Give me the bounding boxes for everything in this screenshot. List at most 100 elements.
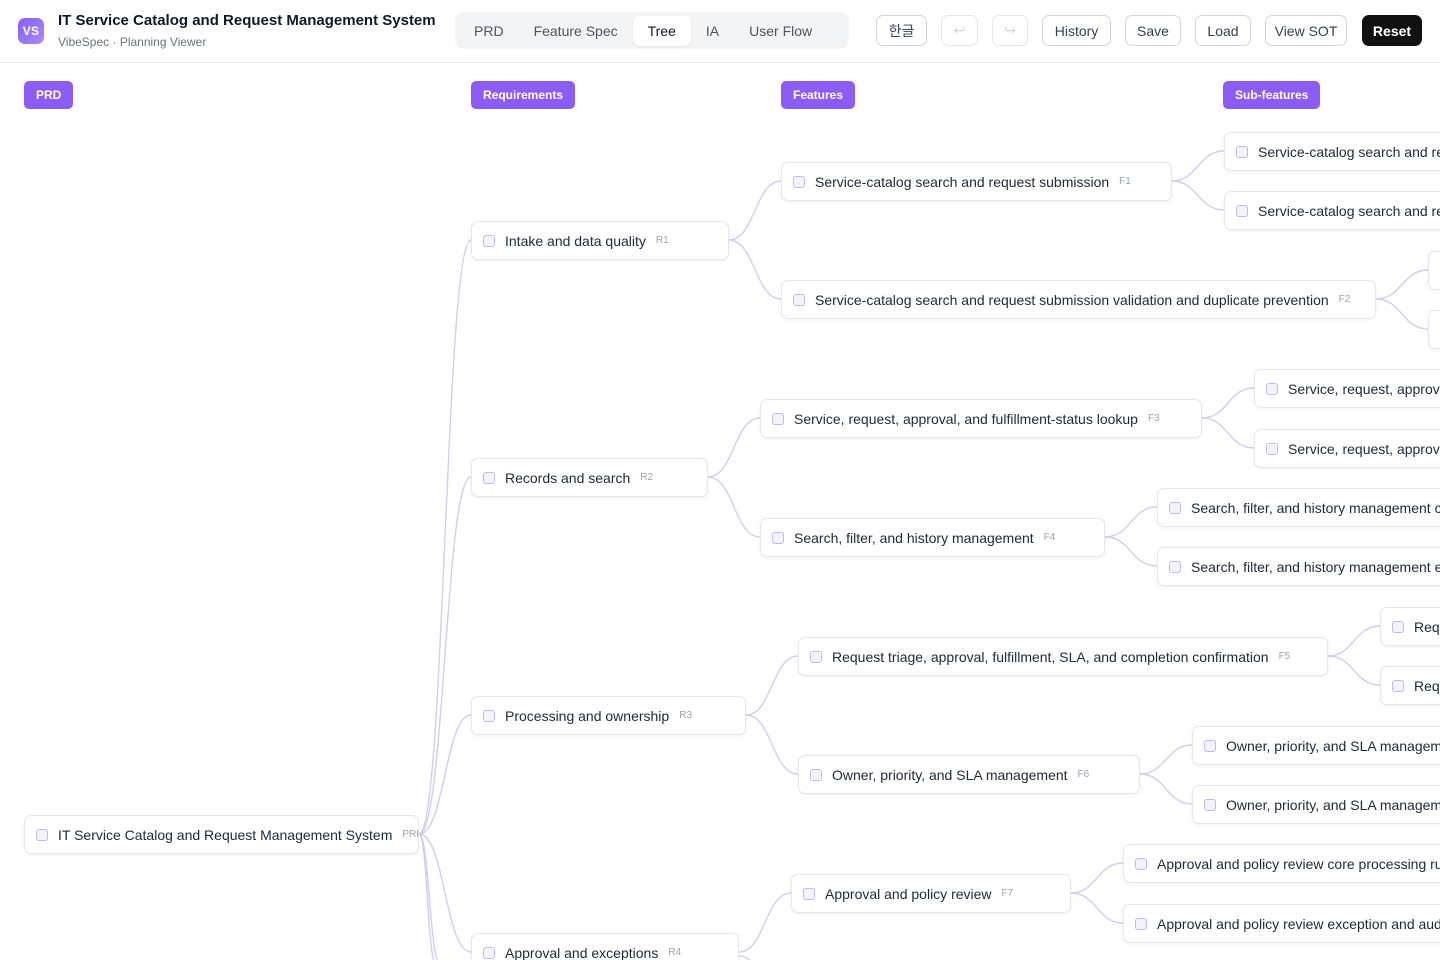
tree-node-feature[interactable]: Service-catalog search and request submi… [781, 280, 1376, 319]
node-checkbox[interactable] [483, 471, 495, 484]
tree-node-subfeature[interactable]: Service, request, approval, [1254, 429, 1440, 468]
node-label: Service-catalog search and request submi… [815, 291, 1329, 308]
history-button[interactable]: History [1042, 15, 1111, 46]
tree-edge [1375, 269, 1429, 300]
node-checkbox[interactable] [1169, 501, 1181, 514]
node-checkbox[interactable] [772, 531, 784, 544]
node-checkbox[interactable] [1236, 204, 1248, 217]
save-button[interactable]: Save [1125, 15, 1181, 46]
node-checkbox[interactable] [1169, 560, 1181, 573]
tree-node-feature[interactable]: Approval and policy review F7 [791, 874, 1071, 913]
node-label: Records and search [505, 469, 631, 486]
node-checkbox[interactable] [1204, 798, 1216, 811]
view-sot-button[interactable]: View SOT [1265, 15, 1347, 46]
tree-node-subfeature[interactable]: Approval and policy review core processi… [1123, 844, 1440, 883]
column-label-subfeatures: Sub-features [1223, 81, 1321, 109]
node-checkbox[interactable] [810, 768, 822, 781]
tree-node-feature[interactable]: Owner, priority, and SLA management F6 [798, 755, 1140, 794]
node-checkbox[interactable] [1236, 145, 1248, 158]
tree-node-feature[interactable]: Service-catalog search and request submi… [781, 162, 1172, 201]
tab-ia[interactable]: IA [691, 16, 734, 46]
tree-canvas[interactable]: PRD Requirements Features Sub-features I… [0, 64, 1440, 960]
tree-edge [738, 955, 751, 960]
node-label: Service, request, approval, [1288, 380, 1440, 397]
node-label: Request triage, approval, fulfillment, S… [832, 648, 1269, 665]
node-label: Service, request, approval, and fulfillm… [794, 410, 1138, 427]
tree-edge [728, 180, 782, 241]
node-checkbox[interactable] [793, 293, 805, 306]
tree-node-subfeature[interactable] [1428, 251, 1440, 290]
tree-edge [738, 892, 792, 953]
tree-edge [1104, 536, 1158, 567]
tree-node-subfeature[interactable]: Service-catalog search and requ [1224, 191, 1440, 230]
node-checkbox[interactable] [483, 946, 495, 959]
tree-node-subfeature[interactable]: Owner, priority, and SLA management [1192, 726, 1440, 765]
load-button[interactable]: Load [1195, 15, 1251, 46]
node-label: Service-catalog search and requ [1258, 143, 1440, 160]
tab-prd[interactable]: PRD [459, 16, 519, 46]
node-label: Owner, priority, and SLA management [1226, 737, 1440, 754]
tree-edge [745, 714, 799, 775]
node-checkbox[interactable] [1392, 679, 1404, 692]
node-label: Service-catalog search and request submi… [815, 173, 1110, 190]
tab-user-flow[interactable]: User Flow [734, 16, 827, 46]
tree-node-subfeature[interactable]: Service, request, approval, [1254, 369, 1440, 408]
tree-edge [1171, 180, 1225, 211]
node-checkbox[interactable] [1392, 620, 1404, 633]
language-toggle-button[interactable]: 한글 [876, 15, 927, 46]
undo-icon: ↩ [953, 22, 966, 38]
node-checkbox[interactable] [483, 709, 495, 722]
redo-button[interactable]: ↪ [992, 15, 1028, 46]
tree-node-root[interactable]: IT Service Catalog and Request Managemen… [24, 815, 419, 854]
tab-feature-spec[interactable]: Feature Spec [519, 16, 633, 46]
undo-button[interactable]: ↩ [941, 15, 978, 46]
tree-node-subfeature[interactable]: Owner, priority, and SLA management [1192, 785, 1440, 824]
node-code: F6 [1077, 769, 1090, 780]
reset-button[interactable]: Reset [1362, 15, 1422, 46]
tree-node-requirement[interactable]: Processing and ownership R3 [471, 696, 746, 735]
node-checkbox[interactable] [1135, 857, 1147, 870]
node-checkbox[interactable] [1266, 382, 1278, 395]
tree-node-feature[interactable]: Search, filter, and history management F… [760, 518, 1105, 557]
tab-tree[interactable]: Tree [632, 15, 691, 46]
tree-edge [1070, 892, 1124, 924]
tree-edge [1139, 744, 1193, 775]
tree-node-feature[interactable]: Request triage, approval, fulfillment, S… [798, 637, 1328, 676]
node-checkbox[interactable] [483, 234, 495, 247]
node-checkbox[interactable] [1135, 917, 1147, 930]
node-label: Search, filter, and history management [794, 529, 1034, 546]
node-code: F3 [1147, 413, 1160, 424]
tree-node-subfeature[interactable]: Search, filter, and history management c… [1157, 488, 1440, 527]
view-tabs: PRD Feature Spec Tree IA User Flow [455, 12, 849, 49]
node-checkbox[interactable] [793, 175, 805, 188]
node-checkbox[interactable] [810, 650, 822, 663]
tree-node-feature[interactable]: Service, request, approval, and fulfillm… [760, 399, 1202, 438]
node-checkbox[interactable] [1204, 739, 1216, 752]
node-code: F1 [1119, 176, 1131, 187]
node-checkbox[interactable] [1266, 442, 1278, 455]
node-checkbox[interactable] [772, 412, 784, 425]
tree-node-requirement[interactable]: Records and search R2 [471, 458, 708, 497]
tree-node-subfeature[interactable]: Requ [1380, 666, 1440, 705]
node-code: PRD [402, 829, 418, 840]
tree-node-subfeature[interactable] [1428, 310, 1440, 349]
tree-edge [1201, 387, 1255, 419]
tree-node-subfeature[interactable]: Requ [1380, 607, 1440, 646]
node-code: R1 [655, 235, 669, 246]
top-bar: VS IT Service Catalog and Request Manage… [0, 0, 1440, 63]
node-label: Requ [1414, 677, 1440, 694]
column-label-features: Features [781, 81, 856, 109]
tree-node-requirement[interactable]: Intake and data quality R1 [471, 221, 729, 260]
node-code: R3 [679, 710, 693, 721]
tree-node-requirement[interactable]: Approval and exceptions R4 [471, 933, 739, 960]
tree-node-subfeature[interactable]: Search, filter, and history management e… [1157, 547, 1440, 586]
node-code: F4 [1043, 532, 1056, 543]
node-code: F2 [1338, 294, 1351, 305]
tree-edge [1104, 506, 1158, 538]
node-checkbox[interactable] [36, 828, 48, 841]
tree-node-subfeature[interactable]: Service-catalog search and requ [1224, 132, 1440, 171]
node-checkbox[interactable] [803, 887, 815, 900]
tree-edge [728, 239, 782, 300]
tree-node-subfeature[interactable]: Approval and policy review exception and… [1123, 904, 1440, 943]
node-code: R4 [668, 947, 682, 958]
